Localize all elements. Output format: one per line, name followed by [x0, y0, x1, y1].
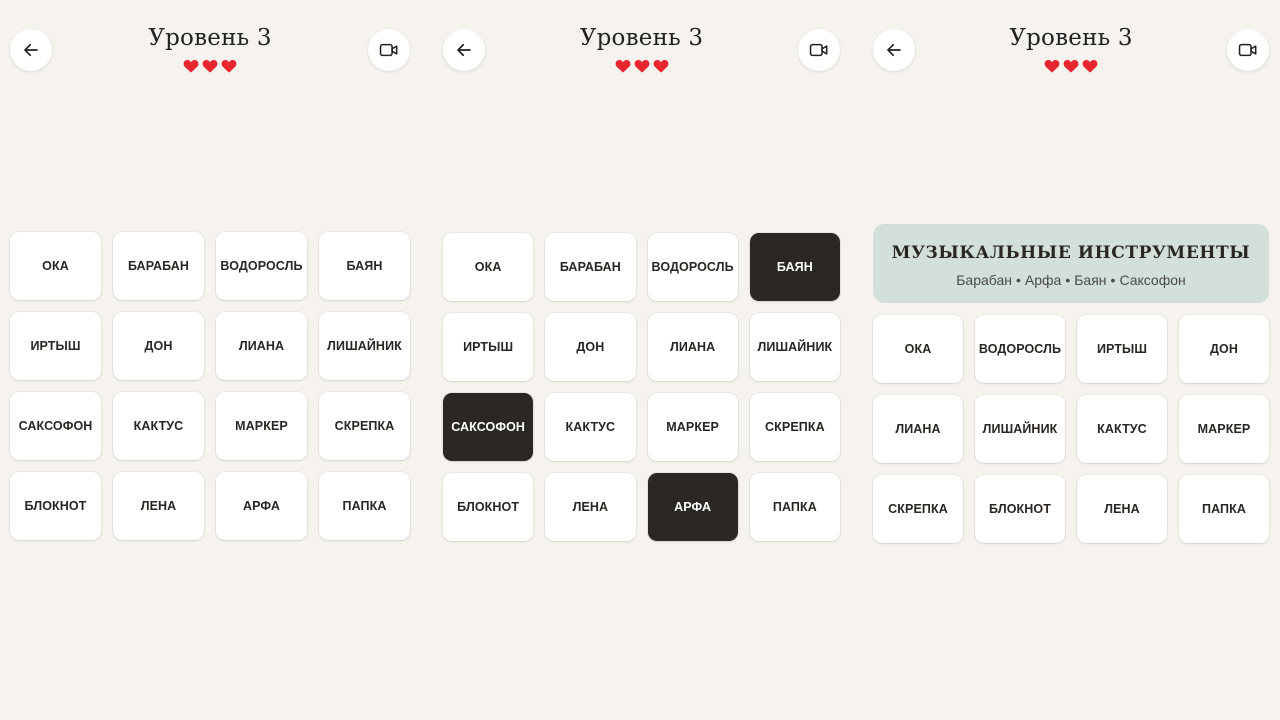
lives-indicator — [873, 59, 1269, 73]
solved-group-title: МУЗЫКАЛЬНЫЕ ИНСТРУМЕНТЫ — [891, 243, 1251, 263]
word-tile[interactable]: БЛОКНОТ — [443, 473, 534, 541]
heart-icon — [634, 59, 650, 73]
word-tile[interactable]: САКСОФОН — [10, 392, 101, 460]
word-tile[interactable]: КАКТУС — [1077, 395, 1167, 463]
heart-icon — [221, 59, 237, 73]
word-tile[interactable]: ЛИАНА — [216, 312, 307, 380]
word-tile[interactable]: КАКТУС — [545, 393, 636, 461]
word-tile[interactable]: ЛИАНА — [647, 313, 738, 381]
bullet-separator: • — [1065, 272, 1071, 288]
word-tile[interactable]: ИРТЫШ — [10, 312, 101, 380]
word-grid: ОКА БАРАБАН ВОДОРОСЛЬ БАЯН ИРТЫШ ДОН ЛИАНА ЛИША… — [10, 232, 410, 540]
word-tile[interactable]: ЛИШАЙНИК — [749, 313, 840, 381]
heart-icon — [615, 59, 631, 73]
word-tile[interactable]: БАЯН — [319, 232, 410, 300]
solved-word: Барабан — [956, 272, 1012, 288]
word-tile[interactable]: КАКТУС — [113, 392, 204, 460]
word-tile[interactable]: ЛИШАЙНИК — [975, 395, 1065, 463]
solved-group-words: Барабан • Арфа • Баян • Саксофон — [873, 272, 1269, 288]
heart-icon — [183, 59, 199, 73]
word-tile[interactable]: ЛЕНА — [545, 473, 636, 541]
word-tile[interactable]: ЛИАНА — [873, 395, 963, 463]
word-tile[interactable]: ИРТЫШ — [1077, 315, 1167, 383]
word-tile[interactable]: ВОДОРОСЛЬ — [647, 233, 738, 301]
solved-word: Саксофон — [1119, 272, 1186, 288]
word-tile[interactable]: ДОН — [545, 313, 636, 381]
word-tile[interactable]: ЛИШАЙНИК — [319, 312, 410, 380]
word-tile[interactable]: ДОН — [113, 312, 204, 380]
word-tile[interactable]: ВОДОРОСЛЬ — [216, 232, 307, 300]
word-tile[interactable]: ИРТЫШ — [443, 313, 534, 381]
word-tile[interactable]: БЛОКНОТ — [10, 472, 101, 540]
word-grid: ОКА ВОДОРОСЛЬ ИРТЫШ ДОН ЛИАНА ЛИШАЙНИК КАКТУС М… — [873, 315, 1269, 543]
word-tile[interactable]: ОКА — [443, 233, 534, 301]
lives-indicator — [10, 59, 410, 73]
word-tile[interactable]: СКРЕПКА — [873, 475, 963, 543]
word-tile[interactable]: МАРКЕР — [1179, 395, 1269, 463]
level-title: Уровень 3 — [1009, 25, 1133, 51]
heart-icon — [653, 59, 669, 73]
word-tile[interactable]: МАРКЕР — [647, 393, 738, 461]
word-tile[interactable]: ВОДОРОСЛЬ — [975, 315, 1065, 383]
word-tile[interactable]: ПАПКА — [1179, 475, 1269, 543]
bullet-separator: • — [1015, 272, 1021, 288]
word-grid: ОКА БАРАБАН ВОДОРОСЛЬ БАЯН ИРТЫШ ДОН ЛИАНА ЛИША… — [443, 233, 840, 541]
level-title: Уровень 3 — [579, 25, 704, 51]
solved-word: Арфа — [1024, 272, 1062, 288]
word-tile[interactable]: ЛЕНА — [1077, 475, 1167, 543]
word-tile[interactable]: ПАПКА — [749, 473, 840, 541]
solved-group-banner: МУЗЫКАЛЬНЫЕ ИНСТРУМЕНТЫ Барабан • Арфа • Баян… — [873, 224, 1269, 303]
level-title: Уровень 3 — [148, 25, 272, 51]
word-tile[interactable]: БАРАБАН — [113, 232, 204, 300]
heart-icon — [1044, 59, 1060, 73]
video-button[interactable] — [368, 29, 410, 71]
video-camera-icon — [1238, 42, 1258, 58]
word-tile[interactable]: ОКА — [10, 232, 101, 300]
word-tile[interactable]: СКРЕПКА — [319, 392, 410, 460]
word-tile[interactable]: БЛОКНОТ — [975, 475, 1065, 543]
word-tile-selected[interactable]: БАЯН — [749, 233, 840, 301]
heart-icon — [1082, 59, 1098, 73]
game-screen-solved: Уровень 3 МУЗЫКАЛЬНЫЕ ИНСТРУМЕНТЫ Барабан •… — [873, 0, 1269, 720]
game-screen-initial: Уровень 3 ОКА БАРАБАН ВОДОРОСЛЬ БАЯН ИРТЫШ ДОН… — [10, 0, 410, 720]
game-screen-selection: Уровень 3 ОКА БАРАБАН ВОДОРОСЛЬ БАЯН ИРТЫШ ДОН… — [443, 0, 840, 720]
solved-word: Баян — [1074, 272, 1107, 288]
word-tile-selected[interactable]: САКСОФОН — [443, 393, 534, 461]
word-tile[interactable]: СКРЕПКА — [749, 393, 840, 461]
lives-indicator — [443, 59, 840, 73]
video-button[interactable] — [798, 29, 840, 71]
word-tile[interactable]: ДОН — [1179, 315, 1269, 383]
video-camera-icon — [379, 42, 399, 58]
heart-icon — [202, 59, 218, 73]
video-button[interactable] — [1227, 29, 1269, 71]
word-tile[interactable]: БАРАБАН — [545, 233, 636, 301]
word-tile[interactable]: ПАПКА — [319, 472, 410, 540]
word-tile-selected[interactable]: АРФА — [647, 473, 738, 541]
video-camera-icon — [809, 42, 829, 58]
word-tile[interactable]: ОКА — [873, 315, 963, 383]
word-tile[interactable]: МАРКЕР — [216, 392, 307, 460]
heart-icon — [1063, 59, 1079, 73]
word-tile[interactable]: ЛЕНА — [113, 472, 204, 540]
bullet-separator: • — [1110, 272, 1116, 288]
word-tile[interactable]: АРФА — [216, 472, 307, 540]
